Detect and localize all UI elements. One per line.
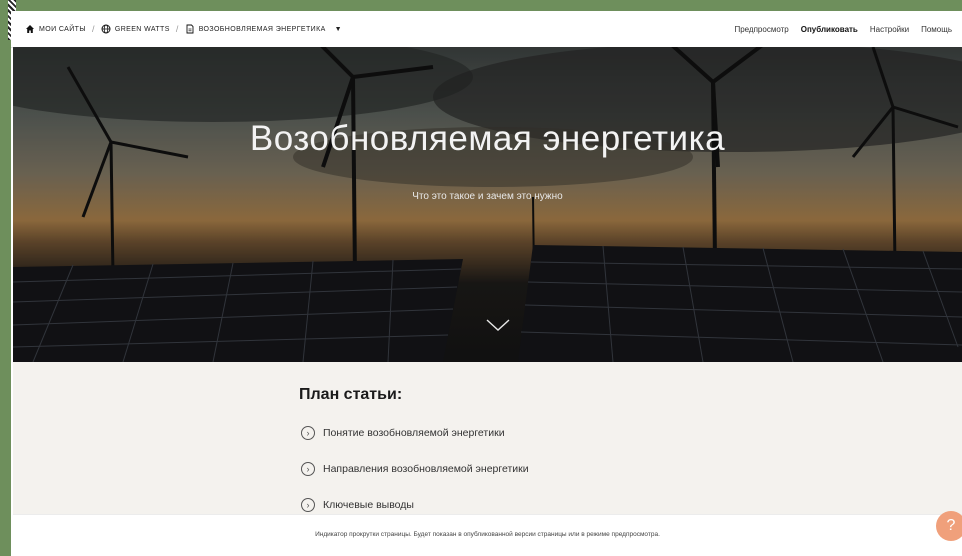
- plan-item-label: Направления возобновляемой энергетики: [323, 463, 529, 475]
- hero-banner: Возобновляемая энергетика Что это такое …: [13, 47, 962, 362]
- home-icon: [25, 24, 35, 34]
- plan-item[interactable]: › Ключевые выводы: [301, 498, 414, 512]
- scroll-indicator-note: Индикатор прокрутки страницы. Будет пока…: [13, 514, 962, 556]
- hero-background-image: [13, 47, 962, 362]
- globe-icon: [101, 24, 111, 34]
- caret-down-icon: ▼: [334, 25, 342, 33]
- breadcrumb: МОИ САЙТЫ / GREEN WATTS / ВОЗОБНОВЛЯЕМАЯ…: [25, 24, 342, 34]
- breadcrumb-page-label: ВОЗОБНОВЛЯЕМАЯ ЭНЕРГЕТИКА: [198, 25, 326, 33]
- publish-button[interactable]: Опубликовать: [801, 25, 858, 34]
- chevron-right-icon: ›: [301, 462, 315, 476]
- breadcrumb-my-sites[interactable]: МОИ САЙТЫ: [25, 24, 86, 34]
- breadcrumb-separator: /: [91, 24, 95, 34]
- help-icon[interactable]: ?: [936, 511, 962, 541]
- help-link[interactable]: Помощь: [921, 25, 952, 34]
- chevron-right-icon: ›: [301, 426, 315, 440]
- breadcrumb-my-sites-label: МОИ САЙТЫ: [39, 25, 86, 33]
- article-plan: План статьи: › Понятие возобновляемой эн…: [13, 362, 962, 514]
- settings-button[interactable]: Настройки: [870, 25, 909, 34]
- toolbar-actions: Предпросмотр Опубликовать Настройки Помо…: [734, 25, 952, 34]
- breadcrumb-separator: /: [175, 24, 179, 34]
- hero-subtitle: Что это такое и зачем это нужно: [412, 191, 563, 202]
- preview-button[interactable]: Предпросмотр: [734, 25, 788, 34]
- chevron-right-icon: ›: [301, 498, 315, 512]
- breadcrumb-site[interactable]: GREEN WATTS: [101, 24, 170, 34]
- plan-item[interactable]: › Понятие возобновляемой энергетики: [301, 426, 505, 440]
- chevron-down-icon[interactable]: [485, 317, 511, 333]
- hero-title: Возобновляемая энергетика: [249, 119, 726, 158]
- plan-title: План статьи:: [299, 386, 403, 403]
- plan-item[interactable]: › Направления возобновляемой энергетики: [301, 462, 529, 476]
- breadcrumb-site-label: GREEN WATTS: [114, 25, 170, 33]
- page-icon: [185, 24, 195, 34]
- breadcrumb-page[interactable]: ВОЗОБНОВЛЯЕМАЯ ЭНЕРГЕТИКА ▼: [185, 24, 342, 34]
- editor-window: МОИ САЙТЫ / GREEN WATTS / ВОЗОБНОВЛЯЕМАЯ…: [11, 11, 962, 556]
- plan-item-label: Ключевые выводы: [323, 499, 414, 511]
- scroll-indicator-text: Индикатор прокрутки страницы. Будет пока…: [315, 531, 660, 538]
- plan-item-label: Понятие возобновляемой энергетики: [323, 427, 505, 439]
- top-bar: МОИ САЙТЫ / GREEN WATTS / ВОЗОБНОВЛЯЕМАЯ…: [11, 11, 962, 48]
